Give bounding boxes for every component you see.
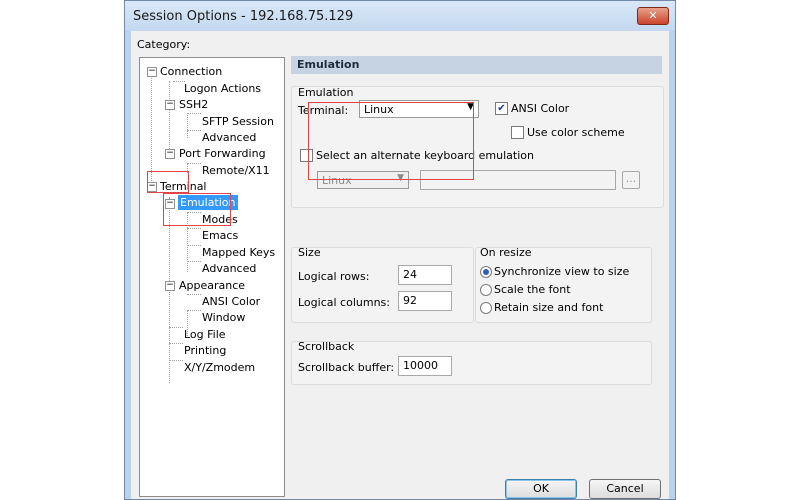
dialog-client-area: Category: − Connection Logon Actions − S… bbox=[131, 31, 669, 499]
tree-connector bbox=[169, 81, 170, 151]
tree-connector bbox=[187, 113, 201, 114]
emulation-group-title: Emulation bbox=[298, 86, 354, 99]
tree-connector bbox=[169, 327, 183, 328]
annotation-box-terminal-select bbox=[308, 102, 474, 180]
retain-size-label: Retain size and font bbox=[494, 301, 604, 314]
on-resize-group-title: On resize bbox=[480, 246, 532, 259]
scrollback-buffer-label: Scrollback buffer: bbox=[298, 361, 395, 374]
panel-header: Emulation bbox=[291, 56, 662, 74]
use-color-scheme-checkbox[interactable] bbox=[511, 126, 524, 139]
collapse-icon[interactable]: − bbox=[147, 67, 157, 77]
window-title: Session Options - 192.168.75.129 bbox=[133, 9, 354, 24]
on-resize-group: On resize Synchronize view to size Scale… bbox=[475, 246, 652, 323]
synchronize-view-label: Synchronize view to size bbox=[494, 265, 630, 278]
category-tree[interactable]: − Connection Logon Actions − SSH2 SFTP S… bbox=[139, 57, 285, 497]
cancel-button[interactable]: Cancel bbox=[589, 479, 661, 499]
scale-font-radio[interactable] bbox=[480, 284, 492, 296]
size-group-title: Size bbox=[298, 246, 321, 259]
tree-connector bbox=[187, 113, 188, 138]
tree-connector bbox=[187, 228, 201, 229]
tree-item-window[interactable]: Window bbox=[202, 310, 245, 325]
tree-connector bbox=[187, 261, 201, 262]
session-options-dialog: Session Options - 192.168.75.129 ✕ Categ… bbox=[124, 0, 676, 500]
tree-connector bbox=[187, 310, 201, 311]
use-color-scheme-label: Use color scheme bbox=[527, 126, 625, 139]
tree-item-ssh2[interactable]: SSH2 bbox=[179, 97, 208, 112]
tree-item-ssh2-advanced[interactable]: Advanced bbox=[202, 130, 256, 145]
tree-item-remote-x11[interactable]: Remote/X11 bbox=[202, 163, 270, 178]
collapse-icon[interactable]: − bbox=[165, 149, 175, 159]
ok-button[interactable]: OK bbox=[505, 479, 577, 499]
tree-item-emacs[interactable]: Emacs bbox=[202, 228, 238, 243]
collapse-icon[interactable]: − bbox=[165, 100, 175, 110]
tree-item-log-file[interactable]: Log File bbox=[184, 327, 226, 342]
tree-item-mapped-keys[interactable]: Mapped Keys bbox=[202, 245, 275, 260]
annotation-box-emulation bbox=[163, 193, 231, 226]
close-button[interactable]: ✕ bbox=[637, 7, 669, 25]
size-group: Size Logical rows: 24 Logical columns: 9… bbox=[291, 246, 474, 323]
tree-item-connection[interactable]: Connection bbox=[160, 64, 222, 79]
tree-connector bbox=[187, 130, 201, 131]
tree-item-printing[interactable]: Printing bbox=[184, 343, 226, 358]
scale-font-label: Scale the font bbox=[494, 283, 571, 296]
tree-item-ansi-color[interactable]: ANSI Color bbox=[202, 294, 260, 309]
tree-item-sftp-session[interactable]: SFTP Session bbox=[202, 114, 274, 129]
tree-connector bbox=[187, 245, 201, 246]
tree-item-appearance[interactable]: Appearance bbox=[179, 278, 245, 293]
panel-header-title: Emulation bbox=[297, 58, 360, 71]
annotation-box-terminal bbox=[147, 171, 189, 193]
ansi-color-label: ANSI Color bbox=[511, 102, 570, 115]
logical-rows-field[interactable]: 24 bbox=[398, 265, 452, 285]
synchronize-view-radio[interactable] bbox=[480, 266, 492, 278]
ansi-color-checkbox[interactable]: ✔ bbox=[495, 102, 508, 115]
title-bar[interactable]: Session Options - 192.168.75.129 ✕ bbox=[125, 1, 675, 31]
logical-columns-label: Logical columns: bbox=[298, 296, 390, 309]
close-icon: ✕ bbox=[648, 9, 658, 22]
scrollback-group-title: Scrollback bbox=[298, 340, 355, 353]
logical-columns-field[interactable]: 92 bbox=[398, 291, 452, 311]
tree-item-logon-actions[interactable]: Logon Actions bbox=[184, 81, 261, 96]
tree-connector bbox=[187, 294, 201, 295]
browse-button[interactable]: ... bbox=[622, 171, 640, 189]
tree-connector bbox=[169, 360, 183, 361]
tree-connector bbox=[169, 343, 183, 344]
scrollback-group: Scrollback Scrollback buffer: 10000 bbox=[291, 340, 652, 385]
tree-item-xyzmodem[interactable]: X/Y/Zmodem bbox=[184, 360, 255, 375]
tree-item-emulation-advanced[interactable]: Advanced bbox=[202, 261, 256, 276]
category-label: Category: bbox=[137, 38, 191, 51]
tree-item-port-forwarding[interactable]: Port Forwarding bbox=[179, 146, 266, 161]
retain-size-radio[interactable] bbox=[480, 302, 492, 314]
tree-connector bbox=[187, 163, 201, 164]
logical-rows-label: Logical rows: bbox=[298, 270, 370, 283]
scrollback-buffer-field[interactable]: 10000 bbox=[398, 356, 452, 376]
collapse-icon[interactable]: − bbox=[165, 281, 175, 291]
